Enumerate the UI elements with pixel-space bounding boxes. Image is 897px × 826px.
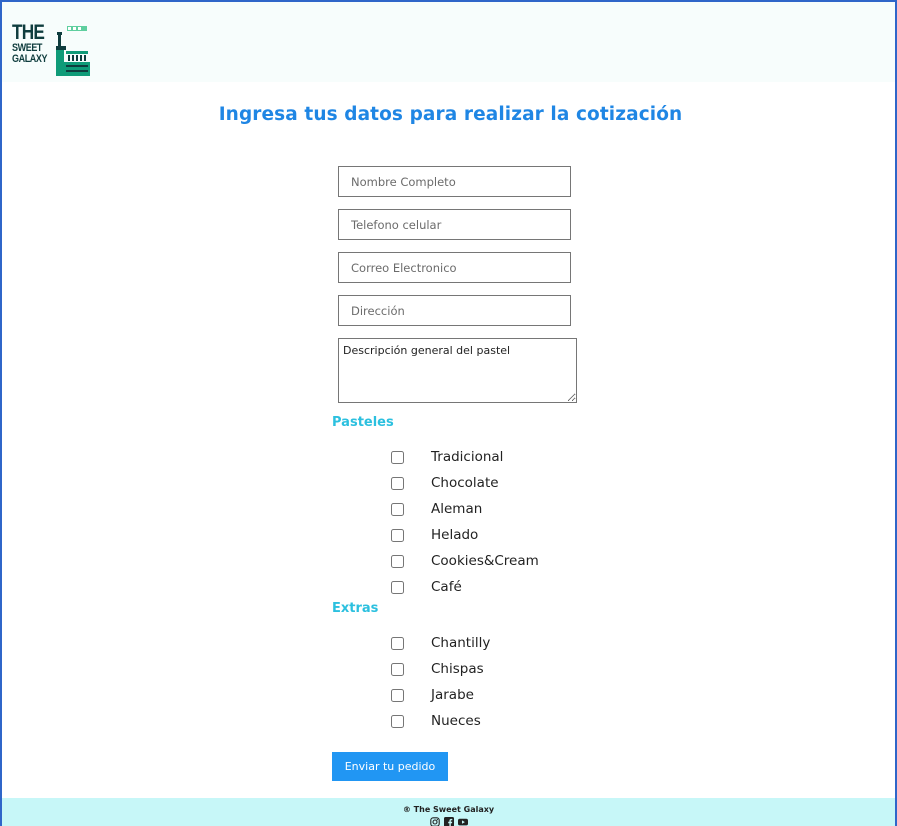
- pastel-label-helado: Helado: [431, 527, 479, 543]
- extra-option-jarabe[interactable]: Jarabe: [391, 686, 474, 704]
- pastel-option-tradicional[interactable]: Tradicional: [391, 448, 503, 466]
- page-title: Ingresa tus datos para realizar la cotiz…: [218, 104, 683, 125]
- youtube-icon[interactable]: [457, 817, 468, 826]
- pastel-checkbox-tradicional[interactable]: [391, 450, 404, 464]
- pastel-option-aleman[interactable]: Aleman: [391, 500, 482, 518]
- cake-description-textarea[interactable]: [338, 338, 577, 403]
- extra-option-chantilly[interactable]: Chantilly: [391, 634, 490, 652]
- page-frame: THE SWEET GALAXY Ingresa tus datos para …: [0, 0, 897, 826]
- address-field[interactable]: [338, 295, 571, 326]
- extra-option-nueces[interactable]: Nueces: [391, 712, 481, 730]
- extra-option-chispas[interactable]: Chispas: [391, 660, 484, 678]
- pastel-option-cafe[interactable]: Café: [391, 578, 462, 596]
- extra-label-jarabe: Jarabe: [431, 687, 474, 703]
- pasteles-section-label: Pasteles: [332, 415, 394, 430]
- logo-line-the: THE: [12, 21, 45, 44]
- logo-text: THE SWEET GALAXY: [12, 22, 58, 65]
- facebook-icon[interactable]: [443, 817, 454, 826]
- submit-order-button[interactable]: Enviar tu pedido: [332, 752, 448, 781]
- pastel-checkbox-cafe[interactable]: [391, 580, 404, 594]
- email-field[interactable]: [338, 252, 571, 283]
- header: THE SWEET GALAXY: [2, 2, 895, 82]
- instagram-icon[interactable]: [429, 817, 440, 826]
- pastel-label-tradicional: Tradicional: [431, 449, 504, 465]
- pastel-label-chocolate: Chocolate: [431, 475, 499, 491]
- footer-social-icons: [2, 817, 895, 826]
- extra-checkbox-chantilly[interactable]: [391, 636, 404, 650]
- extra-checkbox-nueces[interactable]: [391, 714, 404, 728]
- logo[interactable]: THE SWEET GALAXY: [12, 22, 92, 78]
- pastel-option-chocolate[interactable]: Chocolate: [391, 474, 499, 492]
- pastel-label-cafe: Café: [431, 579, 462, 595]
- extra-label-chispas: Chispas: [431, 661, 484, 677]
- footer: ® The Sweet Galaxy: [2, 798, 895, 826]
- extra-label-chantilly: Chantilly: [431, 635, 491, 651]
- pastel-label-cookies-cream: Cookies&Cream: [431, 553, 539, 569]
- pastel-checkbox-helado[interactable]: [391, 528, 404, 542]
- extra-checkbox-chispas[interactable]: [391, 662, 404, 676]
- logo-line-galaxy: GALAXY: [12, 53, 48, 65]
- pastel-checkbox-chocolate[interactable]: [391, 476, 404, 490]
- pastel-checkbox-cookies-cream[interactable]: [391, 554, 404, 568]
- extras-section-label: Extras: [332, 601, 379, 616]
- extra-label-nueces: Nueces: [431, 713, 481, 729]
- full-name-field[interactable]: [338, 166, 571, 197]
- phone-field[interactable]: [338, 209, 571, 240]
- pastel-option-cookies-cream[interactable]: Cookies&Cream: [391, 552, 539, 570]
- pastel-checkbox-aleman[interactable]: [391, 502, 404, 516]
- footer-copyright: ® The Sweet Galaxy: [402, 805, 495, 814]
- castle-building-icon: [56, 26, 90, 76]
- pastel-option-helado[interactable]: Helado: [391, 526, 478, 544]
- pastel-label-aleman: Aleman: [431, 501, 483, 517]
- extra-checkbox-jarabe[interactable]: [391, 688, 404, 702]
